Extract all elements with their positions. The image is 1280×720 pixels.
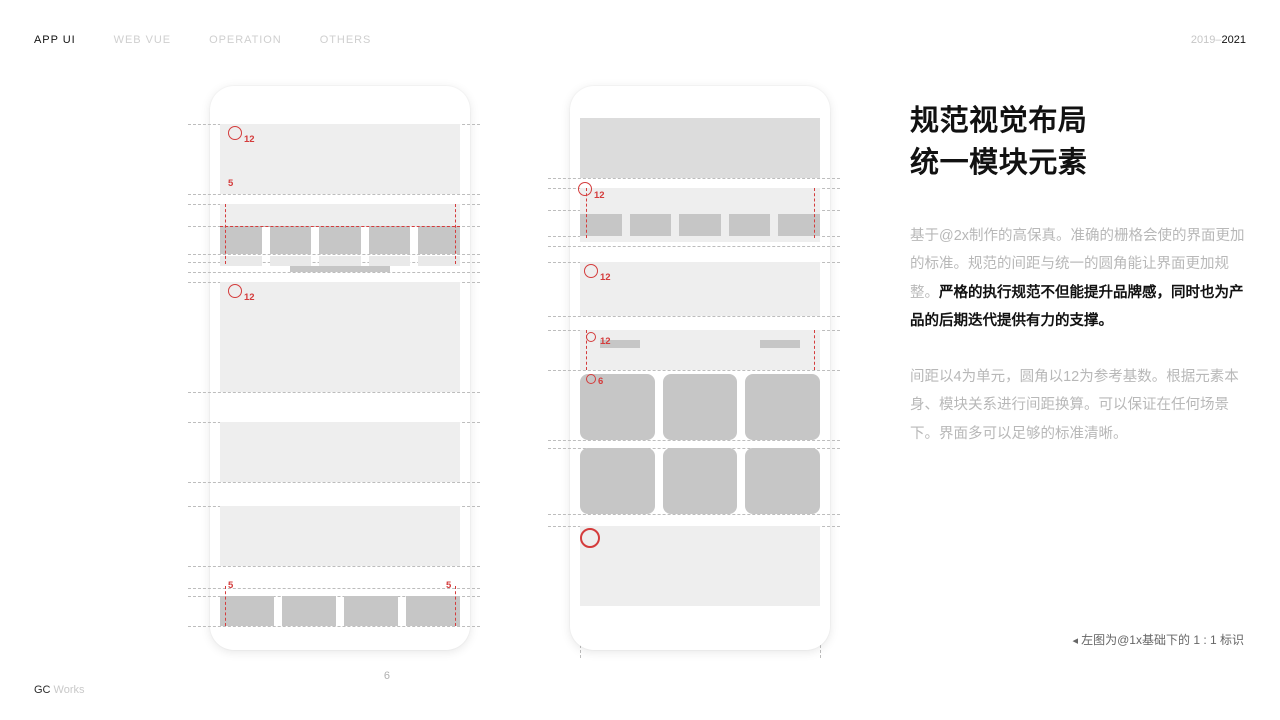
wf-block: [580, 330, 820, 370]
footer-brand: GC Works: [34, 684, 85, 696]
wf-row: [220, 226, 460, 254]
gap-value: 5: [446, 580, 451, 591]
page-title: 规范视觉布局 统一模块元素: [910, 100, 1246, 184]
wf-block: [220, 506, 460, 566]
nav-tab-operation[interactable]: OPERATION: [209, 34, 282, 46]
radius-value: 12: [244, 292, 255, 303]
wf-tabbar: [220, 596, 460, 626]
radius-value: 12: [594, 190, 605, 201]
paragraph-1: 基于@2x制作的高保真。准确的栅格会使的界面更加的标准。规范的间距与统一的圆角能…: [910, 222, 1246, 335]
wf-hero: [580, 118, 820, 178]
wf-block: [580, 526, 820, 606]
nav-tab-others[interactable]: OTHERS: [320, 34, 372, 46]
wf-label: [760, 340, 800, 348]
mockup-phone-1x: 12 5 12 5 5: [210, 86, 470, 650]
corner-radius-marker: [586, 374, 596, 384]
wf-row: [220, 256, 460, 266]
radius-value: 12: [600, 272, 611, 283]
gap-value: 5: [228, 178, 233, 189]
top-nav: APP UI WEB VUE OPERATION OTHERS 2019–202…: [34, 28, 1246, 52]
wf-block: [220, 422, 460, 482]
wf-block: [220, 204, 460, 226]
mockup-phone-2x: 12 12 12 6: [570, 86, 830, 650]
wf-block: [220, 124, 460, 194]
corner-radius-marker: [584, 264, 598, 278]
gap-value: 5: [228, 580, 233, 591]
corner-radius-marker: [228, 126, 242, 140]
nav-tab-web-vue[interactable]: WEB VUE: [114, 34, 171, 46]
caption-note: 左图为@1x基础下的 1 : 1 标识: [1073, 631, 1244, 648]
wf-row: [580, 214, 820, 236]
corner-radius-marker: [586, 332, 596, 342]
wf-block: [580, 262, 820, 316]
description-panel: 规范视觉布局 统一模块元素 基于@2x制作的高保真。准确的栅格会使的界面更加的标…: [910, 100, 1246, 448]
paragraph-2: 间距以4为单元，圆角以12为参考基数。根据元素本身、模块关系进行间距换算。可以保…: [910, 363, 1246, 448]
wf-block: [220, 282, 460, 392]
wf-bar: [290, 266, 390, 272]
corner-radius-marker: [578, 182, 592, 196]
wf-grid-row: [580, 448, 820, 514]
wf-grid-row: [580, 374, 820, 440]
corner-radius-marker: [580, 528, 600, 548]
radius-value: 12: [600, 336, 611, 347]
date-range: 2019–2021: [1191, 34, 1246, 46]
nav-tab-app-ui[interactable]: APP UI: [34, 34, 76, 46]
radius-value: 6: [598, 376, 603, 387]
gap-label: 6: [368, 670, 390, 682]
radius-value: 12: [244, 134, 255, 145]
corner-radius-marker: [228, 284, 242, 298]
